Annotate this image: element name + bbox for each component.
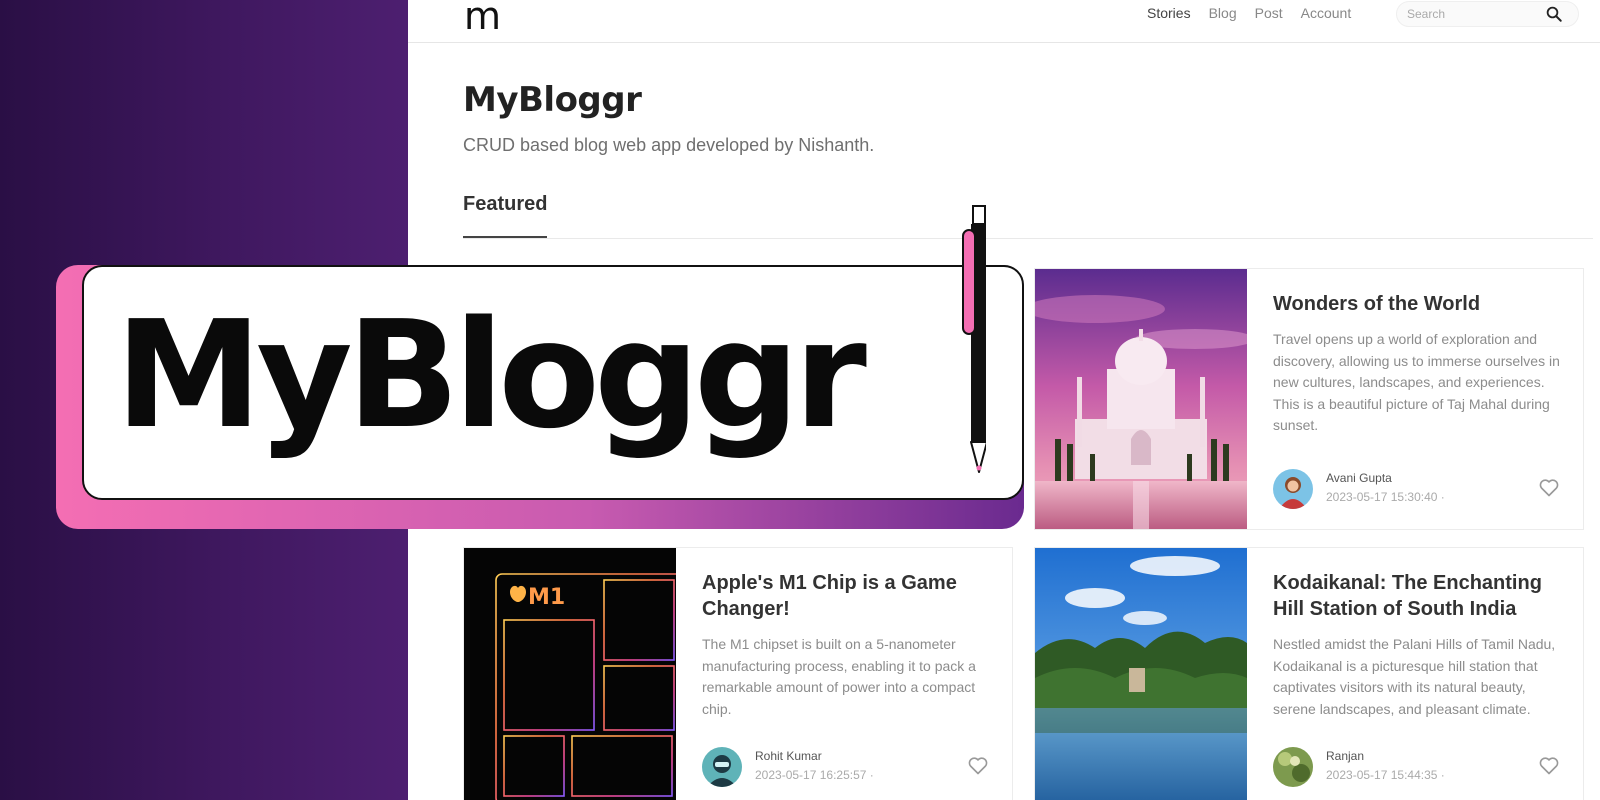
- author-name[interactable]: Rohit Kumar: [755, 749, 822, 763]
- post-excerpt: The M1 chipset is built on a 5-nanometer…: [702, 636, 976, 717]
- post-title[interactable]: Apple's M1 Chip is a Game Changer!: [702, 570, 992, 622]
- post-card-body: Kodaikanal: The Enchanting Hill Station …: [1273, 548, 1563, 800]
- site-logo[interactable]: m: [464, 0, 501, 38]
- page-title: MyBloggr: [463, 80, 642, 120]
- post-date: 2023-05-17 16:25:57 ·: [755, 768, 874, 782]
- author-avatar[interactable]: [1273, 469, 1313, 509]
- tab-featured[interactable]: Featured: [463, 193, 548, 238]
- post-card[interactable]: Wonders of the World Travel opens up a w…: [1034, 268, 1584, 530]
- banner-title: MyBloggr: [115, 289, 867, 461]
- author-name[interactable]: Ranjan: [1326, 749, 1364, 763]
- post-date: 2023-05-17 15:30:40 ·: [1326, 490, 1445, 504]
- search-icon[interactable]: [1545, 5, 1563, 23]
- post-excerpt: Nestled amidst the Palani Hills of Tamil…: [1273, 636, 1556, 717]
- chip-label: M1: [528, 585, 565, 610]
- post-card-body: Apple's M1 Chip is a Game Changer! The M…: [702, 548, 992, 800]
- page-subtitle: CRUD based blog web app developed by Nis…: [463, 135, 875, 155]
- author-avatar[interactable]: [1273, 747, 1313, 787]
- post-card[interactable]: M1 Apple's M1 Chip is a Game Changer! Th…: [463, 547, 1013, 800]
- tab-divider: [463, 238, 1593, 239]
- post-card-body: Wonders of the World Travel opens up a w…: [1273, 269, 1563, 529]
- nav-link-stories[interactable]: Stories: [1147, 5, 1191, 21]
- nav-link-blog[interactable]: Blog: [1209, 5, 1237, 21]
- search-box: [1396, 1, 1579, 27]
- nav-links: Stories Blog Post Account: [1147, 5, 1369, 21]
- post-image-m1-chip[interactable]: M1: [464, 548, 676, 800]
- post-image-kodaikanal[interactable]: [1035, 548, 1247, 800]
- heart-icon[interactable]: [966, 753, 990, 777]
- heart-icon[interactable]: [1537, 475, 1561, 499]
- author-avatar[interactable]: [702, 747, 742, 787]
- post-title[interactable]: Wonders of the World: [1273, 291, 1563, 317]
- search-input[interactable]: [1407, 5, 1537, 23]
- post-image-taj-mahal[interactable]: [1035, 269, 1247, 529]
- post-date: 2023-05-17 15:44:35 ·: [1326, 768, 1445, 782]
- nav-link-account[interactable]: Account: [1301, 5, 1352, 21]
- nav-link-post[interactable]: Post: [1255, 5, 1283, 21]
- post-card[interactable]: Kodaikanal: The Enchanting Hill Station …: [1034, 547, 1584, 800]
- pen-icon: [962, 205, 986, 473]
- heart-icon[interactable]: [1537, 753, 1561, 777]
- post-title[interactable]: Kodaikanal: The Enchanting Hill Station …: [1273, 570, 1563, 622]
- post-excerpt: Travel opens up a world of exploration a…: [1273, 331, 1560, 433]
- top-navbar: m Stories Blog Post Account: [408, 0, 1600, 43]
- author-name[interactable]: Avani Gupta: [1326, 471, 1392, 485]
